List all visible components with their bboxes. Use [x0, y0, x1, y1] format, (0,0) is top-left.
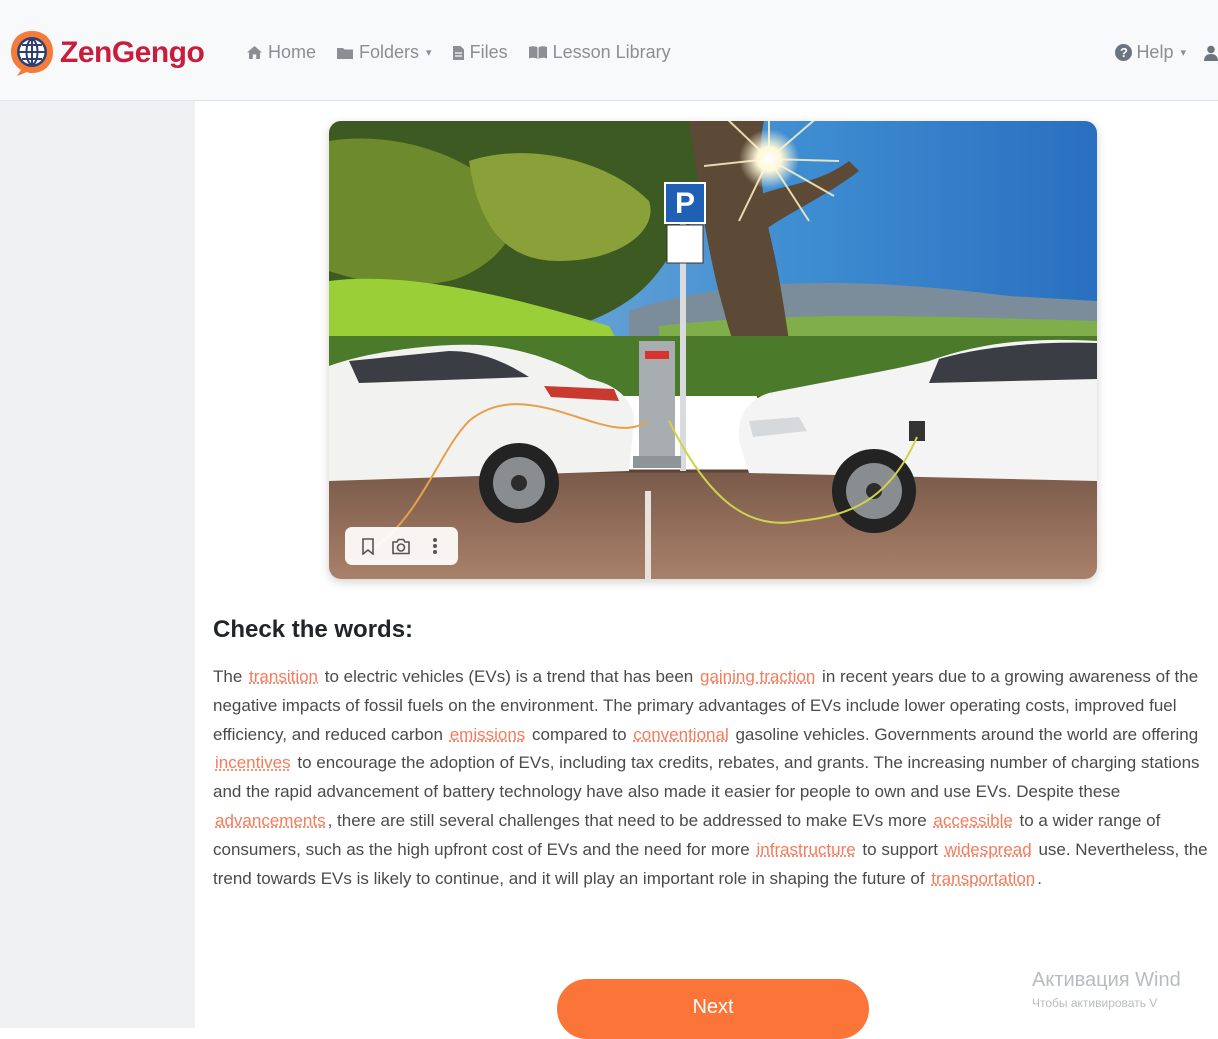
help-circle-icon: ? [1115, 44, 1133, 61]
chevron-down-icon: ▾ [1180, 47, 1186, 59]
nav-lesson-library[interactable]: Lesson Library [528, 42, 671, 63]
ev-charging-illustration: P [329, 121, 1097, 579]
book-icon [528, 46, 547, 59]
camera-icon[interactable] [387, 532, 415, 560]
vocab-word[interactable]: incentives [213, 753, 293, 772]
watermark-line-2: Чтобы активировать V [1032, 996, 1158, 1010]
passage-text: compared to [532, 724, 627, 744]
nav-files-label: Files [469, 42, 508, 62]
passage-text: to encourage the adoption of EVs, includ… [213, 753, 1200, 802]
vocab-word[interactable]: advancements [213, 811, 328, 830]
lesson-image: P [329, 121, 1097, 579]
passage-text: to electric vehicles (EVs) is a trend th… [324, 667, 694, 686]
passage-text: to support [862, 839, 939, 859]
passage-text: , there are still several challenges tha… [327, 810, 927, 830]
nav-home-label: Home [268, 42, 317, 62]
more-vertical-icon[interactable] [421, 532, 449, 560]
nav-files[interactable]: Files [452, 42, 508, 63]
passage-text: The [213, 667, 243, 686]
vocab-word[interactable]: widespread [943, 840, 1034, 859]
vocab-word[interactable]: accessible [931, 811, 1014, 830]
sidebar [0, 101, 195, 1028]
file-icon [452, 45, 464, 60]
image-toolbar [345, 527, 458, 565]
windows-activation-watermark: Активация Wind Чтобы активировать V [1032, 969, 1181, 1010]
nav-folders-label: Folders [359, 42, 420, 62]
nav-folders[interactable]: Folders ▾ [336, 42, 432, 63]
nav-right: ? Help ▾ [1115, 42, 1218, 63]
nav-home[interactable]: Home [246, 42, 316, 63]
vocab-word[interactable]: transition [247, 667, 320, 686]
passage-text: gasoline vehicles. Governments around th… [735, 724, 1199, 744]
watermark-line-1: Активация Wind [1032, 969, 1181, 991]
globe-logo-icon [11, 31, 53, 76]
nav-lesson-library-label: Lesson Library [552, 42, 671, 62]
parking-sign-letter: P [675, 187, 695, 220]
brand[interactable]: ZenGengo [8, 28, 205, 78]
help-menu[interactable]: ? Help ▾ [1115, 42, 1186, 63]
navbar: ZenGengo Home Folders ▾ Files Lesson Lib… [0, 0, 1218, 101]
next-button[interactable]: Next [557, 979, 869, 1039]
chevron-down-icon: ▾ [426, 47, 432, 59]
section-title: Check the words: [213, 616, 414, 643]
reading-passage: The transition to electric vehicles (EVs… [213, 663, 1213, 893]
folder-icon [337, 47, 354, 59]
main-nav: Home Folders ▾ Files Lesson Library [246, 42, 691, 63]
bookmark-icon[interactable] [354, 532, 382, 560]
user-icon[interactable] [1204, 45, 1218, 61]
vocab-word[interactable]: conventional [631, 725, 730, 744]
passage-text: . [1037, 868, 1042, 888]
vocab-word[interactable]: infrastructure [754, 840, 857, 859]
home-icon [247, 46, 262, 59]
vocab-word[interactable]: gaining traction [698, 667, 817, 686]
vocab-word[interactable]: emissions [448, 725, 528, 744]
help-label: Help [1136, 42, 1174, 62]
brand-name: ZenGengo [60, 36, 205, 69]
vocab-word[interactable]: transportation [929, 869, 1037, 888]
